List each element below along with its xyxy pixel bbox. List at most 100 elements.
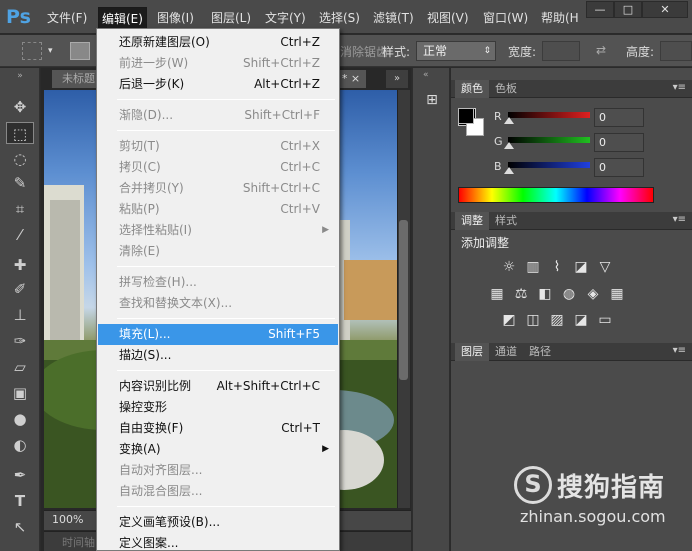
marquee-preset-icon[interactable] — [22, 42, 42, 60]
vibrance-icon[interactable]: ▽ — [596, 259, 614, 275]
history-brush-tool-icon[interactable]: ✑ — [6, 330, 34, 352]
menu-separator — [117, 130, 335, 131]
edit-menu-item[interactable]: 填充(L)... Shift+F5 — [98, 324, 338, 345]
curves-icon[interactable]: ⌇ — [548, 259, 566, 275]
move-tool-icon[interactable]: ✥ — [6, 96, 34, 118]
edit-menu-item[interactable]: 自由变换(F) Ctrl+T — [98, 418, 338, 439]
tab-channels[interactable]: 通道 — [489, 343, 523, 361]
lasso-tool-icon[interactable]: ◌ — [6, 148, 34, 170]
menu-1[interactable]: 编辑(E) — [98, 7, 147, 29]
type-tool-icon[interactable]: T — [6, 490, 34, 512]
red-slider[interactable] — [504, 112, 590, 124]
color-balance-icon[interactable]: ⚖ — [512, 286, 530, 302]
menu-6[interactable]: 滤镜(T) — [370, 9, 417, 27]
collapse-strip-icon[interactable]: « — [423, 70, 429, 80]
select-arrows-icon: ⇕ — [483, 46, 491, 56]
tab-color[interactable]: 颜色 — [455, 80, 489, 98]
brush-tool-icon[interactable]: ✐ — [6, 278, 34, 300]
blue-slider[interactable] — [504, 162, 590, 174]
menu-item-label: 自动对齐图层... — [119, 463, 203, 477]
threshold-icon[interactable]: ▨ — [548, 312, 566, 328]
history-panel-icon[interactable]: ⊞ — [423, 92, 441, 110]
tab-adjustments[interactable]: 调整 — [455, 212, 489, 230]
pen-tool-icon[interactable]: ✒ — [6, 464, 34, 486]
gradient-map-icon[interactable]: ▭ — [596, 312, 614, 328]
preset-dropdown-icon[interactable]: ▾ — [48, 46, 53, 56]
minimize-button[interactable]: — — [586, 1, 614, 18]
slider-thumb[interactable] — [504, 167, 514, 174]
color-spectrum-bar[interactable] — [458, 187, 654, 203]
crop-tool-icon[interactable]: ⌗ — [6, 198, 34, 220]
eraser-tool-icon[interactable]: ▱ — [6, 356, 34, 378]
edit-menu-item[interactable]: 定义图案... — [98, 533, 338, 550]
edit-menu-item: 自动混合图层... — [98, 481, 338, 502]
panel-menu-icon[interactable]: ▾≡ — [673, 82, 686, 93]
edit-menu-item[interactable]: 后退一步(K) Alt+Ctrl+Z — [98, 74, 338, 95]
tab-layers[interactable]: 图层 — [455, 343, 489, 361]
menu-9[interactable]: 帮助(H — [538, 9, 582, 27]
menu-2[interactable]: 图像(I) — [154, 9, 197, 27]
brightness-icon[interactable]: ☼ — [500, 259, 518, 275]
menu-4[interactable]: 文字(Y) — [262, 9, 309, 27]
slider-thumb[interactable] — [504, 142, 514, 149]
edit-menu-item[interactable]: 内容识别比例 Alt+Shift+Ctrl+C — [98, 376, 338, 397]
menu-3[interactable]: 图层(L) — [208, 9, 254, 27]
close-button[interactable]: ✕ — [642, 1, 688, 18]
menu-item-label: 还原新建图层(O) — [119, 35, 210, 49]
document-tab-close[interactable]: * × — [336, 70, 366, 88]
dodge-tool-icon[interactable]: ◐ — [6, 434, 34, 456]
panel-menu-icon[interactable]: ▾≡ — [673, 214, 686, 225]
blur-tool-icon[interactable]: ● — [6, 408, 34, 430]
invert-icon[interactable]: ◩ — [500, 312, 518, 328]
menu-separator — [117, 318, 335, 319]
eyedropper-tool-icon[interactable]: ⁄ — [6, 224, 34, 246]
new-selection-icon[interactable] — [70, 42, 90, 60]
path-select-tool-icon[interactable]: ↖ — [6, 516, 34, 538]
height-input[interactable] — [660, 41, 692, 61]
zoom-level[interactable]: 100% — [52, 513, 83, 526]
tab-styles[interactable]: 样式 — [489, 212, 523, 230]
timeline-label[interactable]: 时间轴 — [62, 534, 95, 550]
width-input[interactable] — [542, 41, 580, 61]
black-white-icon[interactable]: ◧ — [536, 286, 554, 302]
collapse-tools-icon[interactable]: » — [6, 70, 34, 82]
edit-menu-item[interactable]: 操控变形 — [98, 397, 338, 418]
scrollbar-thumb[interactable] — [399, 220, 408, 380]
photoshop-logo: Ps — [6, 6, 31, 28]
clone-stamp-tool-icon[interactable]: ⊥ — [6, 304, 34, 326]
levels-icon[interactable]: ▥ — [524, 259, 542, 275]
document-expand-icon[interactable]: » — [386, 70, 408, 88]
menu-separator — [117, 506, 335, 507]
edit-menu-item[interactable]: 还原新建图层(O) Ctrl+Z — [98, 32, 338, 53]
panel-menu-icon[interactable]: ▾≡ — [673, 345, 686, 356]
green-slider[interactable] — [504, 137, 590, 149]
menu-7[interactable]: 视图(V) — [424, 9, 472, 27]
edit-menu-item[interactable]: 描边(S)... — [98, 345, 338, 366]
color-lookup-icon[interactable]: ▦ — [608, 286, 626, 302]
posterize-icon[interactable]: ◫ — [524, 312, 542, 328]
healing-brush-tool-icon[interactable]: ✚ — [6, 254, 34, 276]
hue-saturation-icon[interactable]: ▦ — [488, 286, 506, 302]
style-select[interactable]: 正常 ⇕ — [416, 41, 496, 61]
menu-5[interactable]: 选择(S) — [316, 9, 363, 27]
green-value-input[interactable]: 0 — [594, 133, 644, 152]
maximize-button[interactable]: □ — [614, 1, 642, 18]
channel-mixer-icon[interactable]: ◈ — [584, 286, 602, 302]
exposure-icon[interactable]: ◪ — [572, 259, 590, 275]
blue-value-input[interactable]: 0 — [594, 158, 644, 177]
edit-menu-item[interactable]: 定义画笔预设(B)... — [98, 512, 338, 533]
selective-color-icon[interactable]: ◪ — [572, 312, 590, 328]
marquee-tool-icon[interactable]: ⬚ — [6, 122, 34, 144]
slider-thumb[interactable] — [504, 117, 514, 124]
quick-select-tool-icon[interactable]: ✎ — [6, 172, 34, 194]
gradient-tool-icon[interactable]: ▣ — [6, 382, 34, 404]
swap-icon[interactable]: ⇄ — [596, 43, 606, 57]
edit-menu-item[interactable]: 变换(A) ▶ — [98, 439, 338, 460]
photo-filter-icon[interactable]: ◍ — [560, 286, 578, 302]
tab-swatches[interactable]: 色板 — [489, 80, 523, 98]
menu-0[interactable]: 文件(F) — [44, 9, 90, 27]
red-value-input[interactable]: 0 — [594, 108, 644, 127]
menu-8[interactable]: 窗口(W) — [480, 9, 531, 27]
tab-paths[interactable]: 路径 — [523, 343, 557, 361]
edit-menu-item: 拼写检查(H)... — [98, 272, 338, 293]
